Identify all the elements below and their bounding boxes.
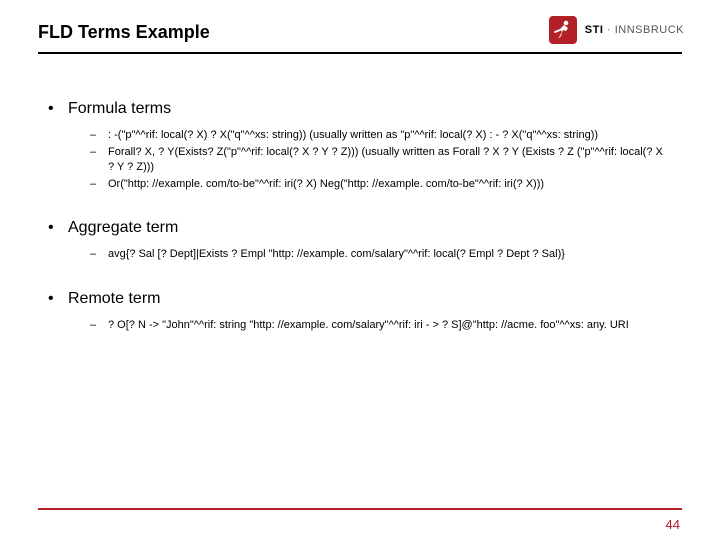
section-items: – : -("p"^^rif: local(? X) ? X("q"^^xs: …	[90, 128, 672, 191]
bullet-icon: •	[48, 100, 68, 118]
runner-icon	[549, 16, 577, 44]
section-heading-label: Remote term	[68, 290, 160, 308]
dash-icon: –	[90, 177, 108, 192]
list-item: – ? O[? N -> "John"^^rif: string "http: …	[90, 318, 672, 333]
brand-logo: STI · INNSBRUCK	[549, 16, 684, 44]
brand-inns: INNSBRUCK	[615, 24, 684, 36]
section-heading: • Remote term	[48, 290, 672, 308]
list-item-text: avg{? Sal [? Dept]|Exists ? Empl "http: …	[108, 247, 672, 262]
list-item: – Or("http: //example. com/to-be"^^rif: …	[90, 177, 672, 192]
brand-text: STI · INNSBRUCK	[585, 24, 684, 36]
section-items: – ? O[? N -> "John"^^rif: string "http: …	[90, 318, 672, 333]
section-heading-label: Aggregate term	[68, 219, 178, 237]
dash-icon: –	[90, 128, 108, 143]
list-item-text: ? O[? N -> "John"^^rif: string "http: //…	[108, 318, 672, 333]
list-item-text: Forall? X, ? Y(Exists? Z("p"^^rif: local…	[108, 145, 672, 175]
section-heading: • Formula terms	[48, 100, 672, 118]
list-item-text: Or("http: //example. com/to-be"^^rif: ir…	[108, 177, 672, 192]
content: • Formula terms – : -("p"^^rif: local(? …	[48, 100, 672, 361]
list-item: – avg{? Sal [? Dept]|Exists ? Empl "http…	[90, 247, 672, 262]
dash-icon: –	[90, 247, 108, 262]
divider-bottom	[38, 508, 682, 510]
bullet-icon: •	[48, 219, 68, 237]
brand-sep: ·	[603, 24, 614, 36]
bullet-icon: •	[48, 290, 68, 308]
list-item: – Forall? X, ? Y(Exists? Z("p"^^rif: loc…	[90, 145, 672, 175]
brand-sti: STI	[585, 24, 604, 36]
section-items: – avg{? Sal [? Dept]|Exists ? Empl "http…	[90, 247, 672, 262]
divider-top	[38, 52, 682, 54]
section-aggregate-term: • Aggregate term – avg{? Sal [? Dept]|Ex…	[48, 219, 672, 262]
dash-icon: –	[90, 145, 108, 175]
slide: FLD Terms Example STI · INNSBRUCK • Form…	[0, 0, 720, 540]
dash-icon: –	[90, 318, 108, 333]
section-heading-label: Formula terms	[68, 100, 171, 118]
list-item: – : -("p"^^rif: local(? X) ? X("q"^^xs: …	[90, 128, 672, 143]
page-number: 44	[666, 517, 680, 532]
section-heading: • Aggregate term	[48, 219, 672, 237]
section-formula-terms: • Formula terms – : -("p"^^rif: local(? …	[48, 100, 672, 191]
section-remote-term: • Remote term – ? O[? N -> "John"^^rif: …	[48, 290, 672, 333]
list-item-text: : -("p"^^rif: local(? X) ? X("q"^^xs: st…	[108, 128, 672, 143]
